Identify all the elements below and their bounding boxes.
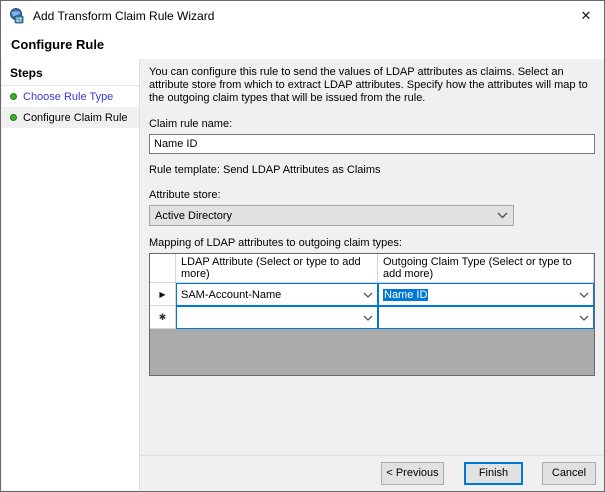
content-panel: You can configure this rule to send the … xyxy=(140,59,603,490)
step-label-configure-claim-rule: Configure Claim Rule xyxy=(23,111,128,124)
rule-template-text: Rule template: Send LDAP Attributes as C… xyxy=(149,164,381,176)
outgoing-claim-type-select-1[interactable] xyxy=(378,306,594,329)
chevron-down-icon xyxy=(363,292,373,298)
steps-panel: Steps Choose Rule Type Configure Claim R… xyxy=(2,59,140,490)
step-completed-icon xyxy=(10,114,17,121)
new-row-asterisk-icon: ✱ xyxy=(158,311,167,322)
claim-rule-name-label: Claim rule name: xyxy=(149,118,233,130)
attribute-store-select[interactable]: Active Directory xyxy=(149,205,514,226)
steps-title: Steps xyxy=(2,59,139,86)
mapping-table-label: Mapping of LDAP attributes to outgoing c… xyxy=(149,237,402,249)
ldap-attribute-select-0[interactable]: SAM-Account-Name xyxy=(176,283,378,306)
chevron-down-icon xyxy=(497,212,508,219)
row-selector-current[interactable]: ▶ xyxy=(150,283,176,306)
ldap-attribute-cell-1 xyxy=(176,306,378,329)
ldap-attribute-cell-0: SAM-Account-Name xyxy=(176,283,378,306)
table-empty-area xyxy=(150,329,594,375)
add-transform-claim-rule-wizard-dialog: Add Transform Claim Rule Wizard ✕ Config… xyxy=(0,0,605,492)
claim-rule-name-input[interactable] xyxy=(149,134,595,154)
dialog-body: Steps Choose Rule Type Configure Claim R… xyxy=(2,59,603,490)
finish-button[interactable]: Finish xyxy=(464,461,523,485)
cancel-button[interactable]: Cancel xyxy=(542,461,596,485)
footer-bar: < Previous Finish Cancel xyxy=(140,455,603,490)
page-title: Configure Rule xyxy=(11,37,105,52)
mapping-table: LDAP Attribute (Select or type to add mo… xyxy=(149,253,595,376)
top-band: Add Transform Claim Rule Wizard ✕ Config… xyxy=(1,1,604,59)
row-selector-header-cell xyxy=(150,254,176,283)
close-icon[interactable]: ✕ xyxy=(574,5,598,27)
window-title: Add Transform Claim Rule Wizard xyxy=(33,9,215,23)
step-label-choose-rule-type[interactable]: Choose Rule Type xyxy=(23,91,113,103)
row-selector-new[interactable]: ✱ xyxy=(150,306,176,329)
wizard-app-icon xyxy=(10,8,24,24)
chevron-down-icon xyxy=(579,292,589,298)
outgoing-claim-type-cell-1 xyxy=(378,306,594,329)
chevron-down-icon xyxy=(363,315,373,321)
step-item-configure-claim-rule[interactable]: Configure Claim Rule xyxy=(2,107,139,128)
outgoing-claim-type-value-0: Name ID xyxy=(383,288,429,301)
column-header-ldap-attribute: LDAP Attribute (Select or type to add mo… xyxy=(176,254,378,283)
column-header-outgoing-claim-type: Outgoing Claim Type (Select or type to a… xyxy=(378,254,594,283)
attribute-store-value: Active Directory xyxy=(155,209,233,222)
previous-button[interactable]: < Previous xyxy=(381,461,444,485)
step-item-choose-rule-type[interactable]: Choose Rule Type xyxy=(2,86,139,107)
outgoing-claim-type-select-0[interactable]: Name ID xyxy=(378,283,594,306)
attribute-store-label: Attribute store: xyxy=(149,189,221,201)
ldap-attribute-select-1[interactable] xyxy=(176,306,378,329)
chevron-down-icon xyxy=(579,315,589,321)
window-titlebar: Add Transform Claim Rule Wizard ✕ xyxy=(1,1,604,31)
rule-description-text: You can configure this rule to send the … xyxy=(149,66,588,104)
current-row-arrow-icon: ▶ xyxy=(159,289,166,299)
ldap-attribute-value-0: SAM-Account-Name xyxy=(181,288,282,301)
step-completed-icon xyxy=(10,93,17,100)
outgoing-claim-type-cell-0: Name ID xyxy=(378,283,594,306)
